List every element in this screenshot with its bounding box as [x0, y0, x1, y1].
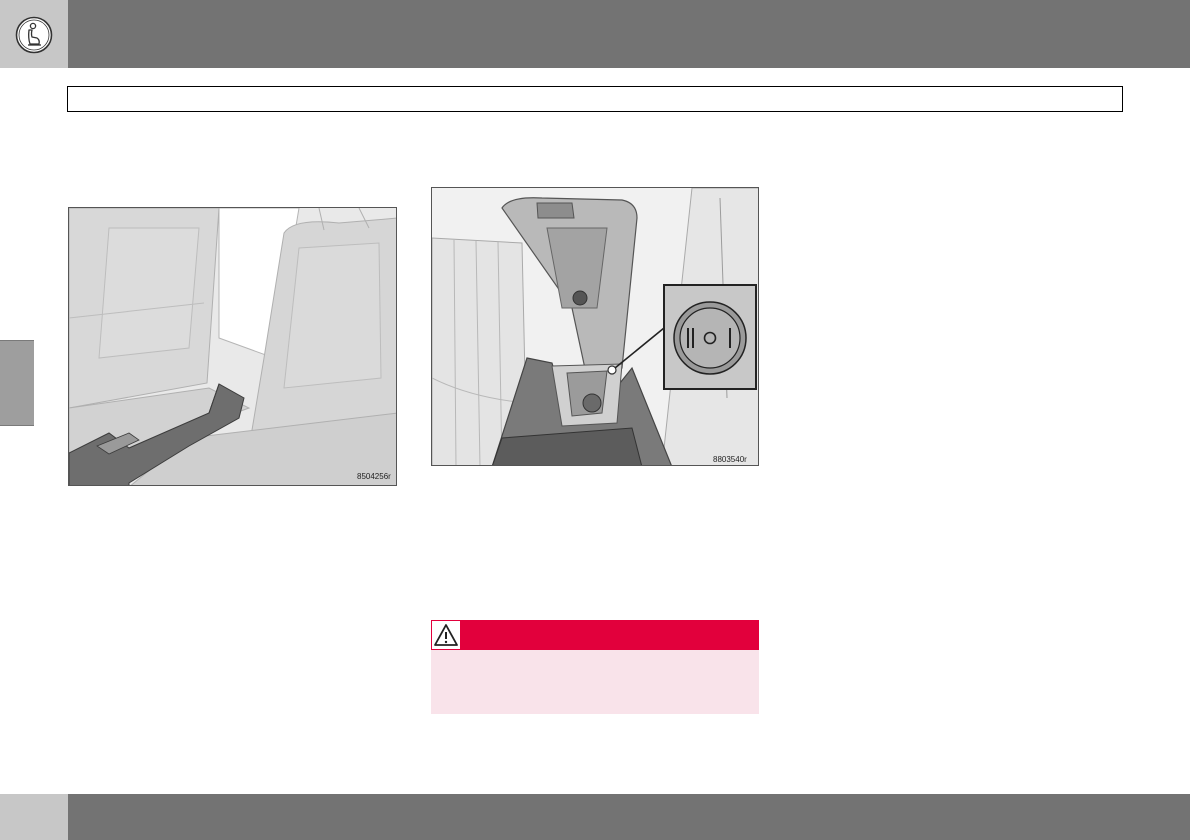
header-bar: [0, 0, 1190, 68]
armrest-illustration: 8504256r: [68, 207, 397, 486]
seat-person-icon: [15, 16, 53, 54]
warning-body: [431, 650, 759, 714]
section-title-box: [67, 86, 1123, 112]
footer-bar: [0, 794, 1190, 840]
warning-triangle-icon: [434, 624, 458, 646]
console-illustration: 8803540r: [431, 187, 759, 466]
footer-page-tab: [0, 794, 68, 840]
console-drawing: [432, 188, 758, 465]
warning-box: [431, 620, 759, 714]
warning-icon-box: [431, 620, 461, 650]
chapter-tab: [0, 340, 34, 426]
header-icon-tab: [0, 0, 68, 68]
figure-code: 8504256r: [357, 472, 391, 481]
warning-header: [431, 620, 759, 650]
figure-code: 8803540r: [713, 455, 747, 464]
armrest-drawing: [69, 208, 396, 485]
